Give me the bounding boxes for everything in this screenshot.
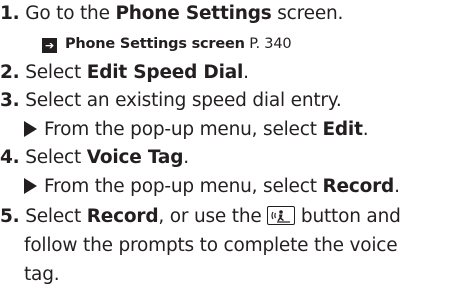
step-keyword: Voice Tag [86, 147, 184, 168]
substep-text-end: . [362, 119, 369, 140]
step-keyword: Phone Settings [115, 3, 272, 24]
substep-3: From the pop-up menu, select Edit. [24, 119, 369, 141]
substep-text-end: . [394, 176, 400, 197]
step-text-end: . [243, 62, 249, 83]
step-text-end: . [183, 147, 189, 168]
substep-4: From the pop-up menu, select Record. [24, 176, 400, 198]
step-5: 5. Select Record, or use the button and [0, 206, 401, 228]
step-number: 2. [0, 62, 20, 83]
step-text: Go to the [25, 3, 116, 24]
step-4: 4. Select Voice Tag. [0, 147, 189, 169]
triangle-bullet-icon [24, 121, 37, 137]
instruction-page: 1. Go to the Phone Settings screen. ➔ Pho… [0, 0, 461, 306]
step-number: 1. [0, 3, 20, 24]
substep-keyword: Edit [322, 119, 363, 140]
step-text-end: screen. [271, 3, 344, 24]
substep-text: From the pop-up menu, select [44, 176, 323, 197]
step-number: 5. [0, 206, 20, 227]
step-text: Select [25, 62, 87, 83]
step-keyword: Edit Speed Dial [86, 62, 244, 83]
step-text: Select [25, 147, 87, 168]
reference-title: Phone Settings screen [65, 36, 245, 52]
step-text: follow the prompts to complete the voice [24, 235, 398, 256]
triangle-bullet-icon [24, 178, 37, 194]
step-text-end: button and [295, 206, 401, 227]
step-5-continuation-1: follow the prompts to complete the voice [24, 235, 398, 257]
step-text: Select an existing speed dial entry. [25, 90, 342, 111]
step-number: 3. [0, 90, 20, 111]
step-text: tag. [24, 264, 60, 285]
reference-page: P. 340 [244, 36, 292, 52]
step-keyword: Record [86, 206, 159, 227]
reference-link[interactable]: ➔ Phone Settings screen P. 340 [42, 33, 292, 55]
step-5-continuation-2: tag. [24, 264, 60, 286]
substep-text: From the pop-up menu, select [44, 119, 323, 140]
talk-button-icon [267, 206, 296, 225]
step-1: 1. Go to the Phone Settings screen. [0, 3, 343, 25]
step-3: 3. Select an existing speed dial entry. [0, 90, 342, 112]
substep-keyword: Record [322, 176, 395, 197]
step-2: 2. Select Edit Speed Dial. [0, 62, 249, 84]
step-text: Select [25, 206, 87, 227]
step-text-mid: , or use the [158, 206, 262, 227]
reference-arrow-icon: ➔ [42, 38, 57, 53]
step-number: 4. [0, 147, 20, 168]
